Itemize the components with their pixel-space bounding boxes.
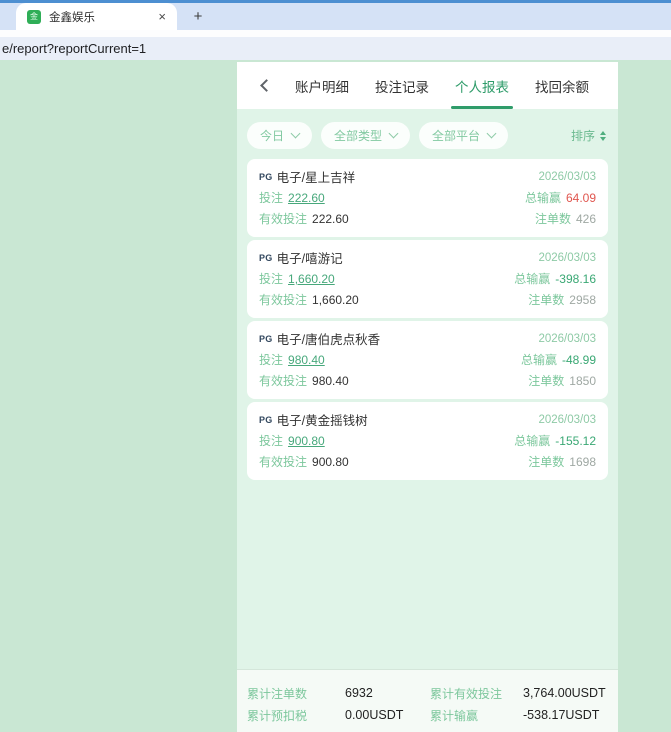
valid-bet-label: 有效投注 [259, 212, 308, 226]
bet-count: 2958 [569, 293, 596, 307]
bet-count: 426 [575, 212, 596, 226]
bet-amount-link[interactable]: 222.60 [288, 191, 325, 205]
count-label: 注单数 [528, 293, 565, 307]
bet-count: 1698 [569, 455, 596, 469]
filter-row: 今日 全部类型 全部平台 排序 [237, 109, 618, 159]
chevron-down-icon [486, 128, 497, 139]
valid-bet-amount: 900.80 [312, 455, 349, 469]
sort-button[interactable]: 排序 [571, 127, 606, 144]
card-date: 2026/03/03 [538, 413, 596, 426]
summary-footer: 累计注单数 6932 累计有效投注 3,764.00USDT 累计预扣税 0.0… [237, 669, 618, 732]
valid-bet-amount: 222.60 [312, 212, 349, 226]
browser-tab-strip: 金 金鑫娱乐 × + [0, 3, 671, 30]
count-label: 注单数 [528, 455, 565, 469]
url-text: e/report?reportCurrent=1 [2, 41, 147, 56]
card-date: 2026/03/03 [538, 170, 596, 183]
bet-label: 投注 [259, 353, 284, 367]
sort-arrows-icon [600, 130, 606, 141]
tab-personal-report[interactable]: 个人报表 [442, 62, 522, 109]
win-label: 总输赢 [514, 272, 551, 286]
pg-provider-logo: PG [259, 171, 273, 182]
bet-label: 投注 [259, 272, 284, 286]
card-date: 2026/03/03 [538, 332, 596, 345]
report-card[interactable]: PG 电子/黄金摇钱树 2026/03/03 投注 900.80 总输赢 -155.… [247, 402, 608, 480]
total-tax-value: 0.00USDT [345, 708, 404, 722]
platform-filter-dropdown[interactable]: 全部平台 [419, 122, 509, 149]
win-amount: -398.16 [555, 272, 596, 286]
win-amount: -48.99 [561, 353, 596, 367]
close-tab-icon[interactable]: × [155, 9, 169, 24]
count-label: 注单数 [534, 212, 571, 226]
type-filter-dropdown[interactable]: 全部类型 [321, 122, 411, 149]
win-amount: 64.09 [565, 191, 596, 205]
valid-bet-label: 有效投注 [259, 374, 308, 388]
chevron-down-icon [388, 128, 399, 139]
sort-label: 排序 [570, 129, 595, 143]
total-win-label: 累计输赢 [430, 708, 479, 723]
bet-amount-link[interactable]: 980.40 [288, 353, 325, 367]
valid-bet-label: 有效投注 [259, 455, 308, 469]
count-label: 注单数 [528, 374, 565, 388]
bet-label: 投注 [259, 191, 284, 205]
date-filter-dropdown[interactable]: 今日 [247, 122, 313, 149]
chevron-down-icon [290, 128, 301, 139]
valid-bet-label: 有效投注 [259, 293, 308, 307]
site-favicon-icon: 金 [27, 9, 41, 24]
type-filter-value: 全部类型 [334, 129, 383, 143]
browser-toolbar [0, 30, 671, 37]
tab-retrieve-balance[interactable]: 找回余额 [522, 62, 602, 109]
tab-bet-records[interactable]: 投注记录 [362, 62, 442, 109]
total-count-label: 累计注单数 [247, 686, 308, 701]
bet-label: 投注 [259, 434, 284, 448]
report-nav-tabs: 账户明细 投注记录 个人报表 找回余额 [282, 62, 602, 109]
report-card[interactable]: PG 电子/唐伯虎点秋香 2026/03/03 投注 980.40 总输赢 -48.… [247, 321, 608, 399]
page-background: 账户明细 投注记录 个人报表 找回余额 今日 全部类型 全部平台 排序 PG 电… [0, 60, 671, 732]
win-label: 总输赢 [520, 353, 557, 367]
date-filter-value: 今日 [260, 129, 285, 143]
bet-amount-link[interactable]: 1,660.20 [288, 272, 335, 286]
report-header: 账户明细 投注记录 个人报表 找回余额 [237, 62, 618, 109]
bet-count: 1850 [569, 374, 596, 388]
screen: 金 金鑫娱乐 × + e/report?reportCurrent=1 账户明细… [0, 0, 671, 732]
tab-title: 金鑫娱乐 [49, 11, 95, 24]
game-title: PG 电子/黄金摇钱树 [259, 414, 368, 428]
bet-amount-link[interactable]: 900.80 [288, 434, 325, 448]
win-amount: -155.12 [555, 434, 596, 448]
valid-bet-amount: 980.40 [312, 374, 349, 388]
address-bar[interactable]: e/report?reportCurrent=1 [0, 37, 671, 60]
game-title: PG 电子/星上吉祥 [259, 171, 356, 185]
chevron-left-icon [259, 79, 273, 92]
tab-account-details[interactable]: 账户明细 [282, 62, 362, 109]
win-label: 总输赢 [514, 434, 551, 448]
total-win-value: -538.17USDT [523, 708, 600, 722]
browser-tab[interactable]: 金 金鑫娱乐 × [16, 3, 177, 30]
valid-bet-amount: 1,660.20 [312, 293, 359, 307]
new-tab-button[interactable]: + [186, 3, 210, 30]
pg-provider-logo: PG [259, 333, 273, 344]
card-date: 2026/03/03 [538, 251, 596, 264]
game-title: PG 电子/唐伯虎点秋香 [259, 333, 381, 347]
platform-filter-value: 全部平台 [432, 129, 481, 143]
report-panel: 账户明细 投注记录 个人报表 找回余额 今日 全部类型 全部平台 排序 PG 电… [237, 62, 618, 732]
win-label: 总输赢 [524, 191, 561, 205]
total-count-value: 6932 [345, 686, 373, 700]
game-title: PG 电子/嘻游记 [259, 252, 343, 266]
pg-provider-logo: PG [259, 252, 273, 263]
pg-provider-logo: PG [259, 414, 273, 425]
total-valid-bet-value: 3,764.00USDT [523, 686, 606, 700]
total-valid-bet-label: 累计有效投注 [430, 686, 503, 701]
report-card[interactable]: PG 电子/嘻游记 2026/03/03 投注 1,660.20 总输赢 -398.… [247, 240, 608, 318]
back-button[interactable] [254, 76, 274, 96]
report-card[interactable]: PG 电子/星上吉祥 2026/03/03 投注 222.60 总输赢 64.09 … [247, 159, 608, 237]
total-tax-label: 累计预扣税 [247, 708, 308, 723]
